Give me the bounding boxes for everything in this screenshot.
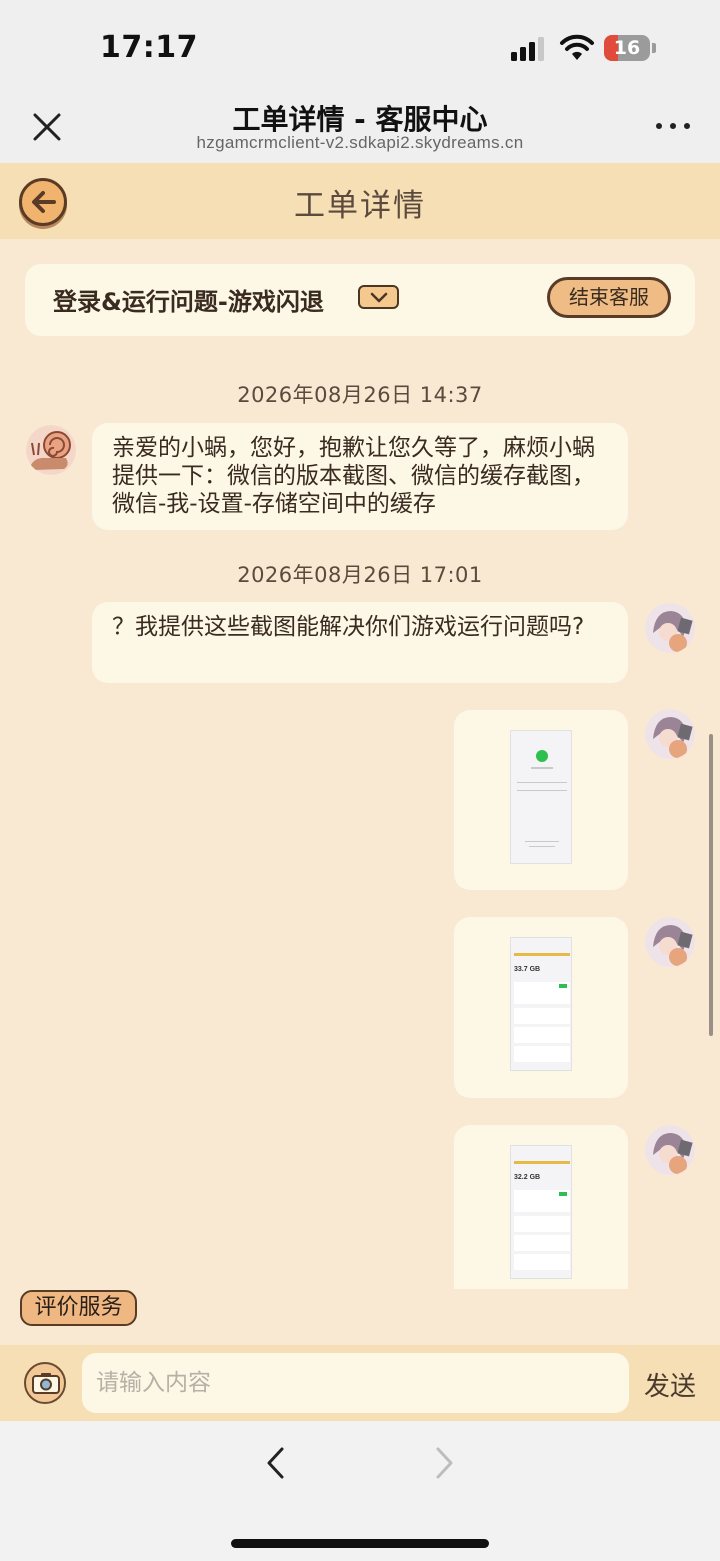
battery-icon: 16 [604, 35, 650, 61]
image-message[interactable]: 33.7 GB [454, 917, 628, 1098]
ticket-expand-button[interactable] [358, 285, 399, 309]
browser-title: 工单详情 - 客服中心 [232, 103, 488, 136]
user-avatar [645, 917, 695, 967]
end-service-button[interactable]: 结束客服 [547, 277, 671, 318]
wechat-logo-icon [536, 750, 548, 762]
message-input[interactable] [82, 1353, 629, 1413]
storage-size-text: 33.7 GB [514, 966, 541, 973]
user-avatar [645, 603, 695, 653]
wifi-icon [560, 34, 594, 60]
ticket-title: 登录&运行问题-游戏闪退 [53, 288, 324, 316]
image-message[interactable]: 32.2 GB [454, 1125, 628, 1289]
chevron-down-icon [370, 292, 388, 303]
image-thumbnail [510, 730, 572, 864]
chevron-left-icon[interactable] [262, 1446, 290, 1480]
cellular-signal-icon [511, 37, 547, 61]
storage-size-text: 32.2 GB [514, 1174, 541, 1181]
user-avatar [645, 1125, 695, 1175]
agent-avatar [26, 425, 76, 475]
message-timestamp: 2026年08月26日 17:01 [237, 563, 483, 587]
home-indicator [231, 1539, 489, 1548]
user-avatar [645, 709, 695, 759]
camera-button[interactable] [24, 1362, 66, 1404]
image-thumbnail: 32.2 GB [510, 1145, 572, 1279]
more-options-icon[interactable] [656, 118, 690, 134]
camera-icon [32, 1373, 60, 1394]
agent-message: 亲爱的小蜗，您好，抱歉让您久等了，麻烦小蜗提供一下：微信的版本截图、微信的缓存截… [92, 423, 628, 530]
chat-scrollbar[interactable] [709, 734, 713, 1036]
page-title: 工单详情 [294, 188, 426, 224]
browser-url: hzgamcrmclient-v2.sdkapi2.skydreams.cn [196, 133, 524, 152]
image-thumbnail: 33.7 GB [510, 937, 572, 1071]
status-time: 17:17 [100, 30, 198, 65]
battery-level: 16 [613, 37, 641, 59]
rate-service-button[interactable]: 评价服务 [20, 1290, 137, 1326]
user-message: ？我提供这些截图能解决你们游戏运行问题吗? [92, 602, 628, 683]
message-timestamp: 2026年08月26日 14:37 [237, 383, 483, 407]
send-button[interactable]: 发送 [644, 1366, 696, 1403]
chevron-right-icon[interactable] [430, 1446, 458, 1480]
image-message[interactable] [454, 710, 628, 890]
